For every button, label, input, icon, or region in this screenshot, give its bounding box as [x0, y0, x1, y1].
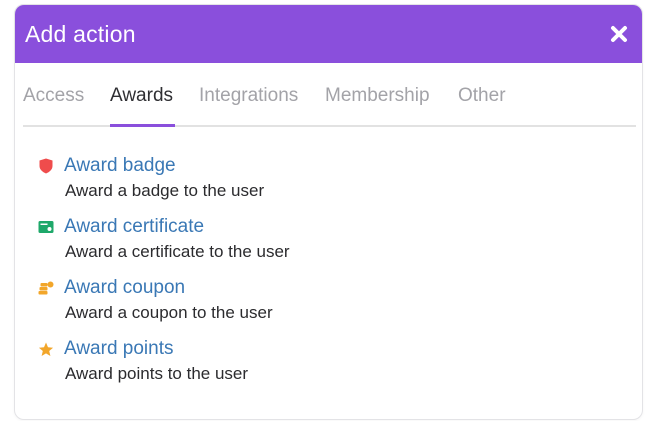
- action-title[interactable]: Award coupon: [64, 277, 185, 299]
- action-title[interactable]: Award certificate: [64, 216, 204, 238]
- tab-bar: Access Awards Integrations Membership Ot…: [23, 63, 636, 127]
- tab-awards[interactable]: Awards: [110, 85, 173, 107]
- action-list: Award badge Award a badge to the user Aw…: [15, 127, 642, 384]
- close-button[interactable]: [608, 23, 630, 45]
- star-icon: [38, 341, 54, 357]
- dialog-title: Add action: [25, 20, 136, 47]
- action-award-points[interactable]: Award points Award points to the user: [38, 336, 642, 384]
- coins-icon: [38, 280, 54, 296]
- tab-other[interactable]: Other: [458, 85, 506, 107]
- tab-membership[interactable]: Membership: [325, 85, 430, 107]
- add-action-dialog: Add action Access Awards Integrations Me…: [14, 4, 643, 420]
- tab-integrations[interactable]: Integrations: [199, 85, 298, 107]
- shield-icon: [38, 158, 54, 174]
- action-description: Award a coupon to the user: [65, 303, 273, 322]
- certificate-icon: [38, 219, 54, 235]
- close-icon: [611, 26, 627, 42]
- action-description: Award a badge to the user: [65, 181, 265, 200]
- action-description: Award a certificate to the user: [65, 242, 290, 261]
- dialog-header: Add action: [15, 5, 642, 63]
- action-title[interactable]: Award points: [64, 338, 174, 360]
- action-description: Award points to the user: [65, 364, 249, 383]
- action-award-certificate[interactable]: Award certificate Award a certificate to…: [38, 214, 642, 262]
- action-award-coupon[interactable]: Award coupon Award a coupon to the user: [38, 275, 642, 323]
- action-title[interactable]: Award badge: [64, 155, 176, 177]
- action-award-badge[interactable]: Award badge Award a badge to the user: [38, 153, 642, 201]
- tab-access[interactable]: Access: [23, 85, 84, 107]
- active-tab-indicator: [110, 124, 175, 127]
